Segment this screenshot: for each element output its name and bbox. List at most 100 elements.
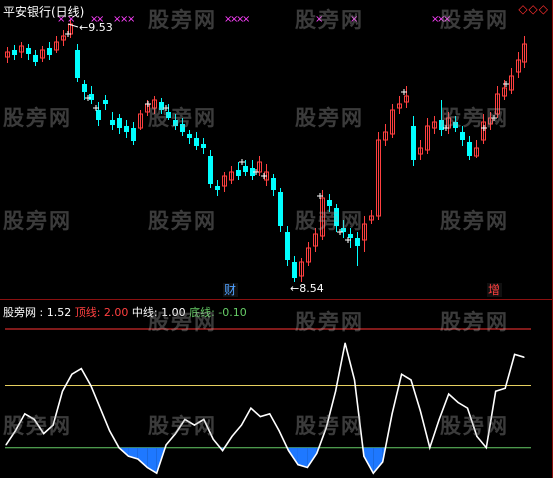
candle-body-down xyxy=(355,238,360,246)
indicator-point xyxy=(485,447,487,449)
indicator-point xyxy=(410,379,412,381)
indicator-point xyxy=(287,449,290,452)
indicator-point xyxy=(71,373,73,375)
diamond-markers-icon: ◇◇◇ xyxy=(518,2,549,16)
high-price-label: ←9.53 xyxy=(79,21,113,34)
indicator-name: 股旁网 xyxy=(3,306,36,319)
indicator-point xyxy=(344,342,346,344)
signal-x-marker: × xyxy=(127,14,135,25)
watermark: 股旁网 xyxy=(148,8,217,32)
watermark: 股旁网 xyxy=(440,209,509,233)
watermark: 股旁网 xyxy=(295,8,364,32)
oversold-fill xyxy=(137,447,148,468)
candle-body-down xyxy=(215,186,220,190)
indicator-point xyxy=(504,387,506,389)
indicator-point xyxy=(382,461,384,463)
candle-body-down xyxy=(75,50,80,78)
watermark: 股旁网 xyxy=(148,209,217,233)
indicator-point xyxy=(466,407,469,409)
watermark: 股旁网 xyxy=(295,414,364,438)
stock-chart-window: { "header": { "title": "平安银行(日线)", "diam… xyxy=(0,0,553,478)
indicator-point xyxy=(306,466,308,469)
candle-body-down xyxy=(460,132,465,140)
indicator-point xyxy=(278,430,280,432)
candle-body-down xyxy=(117,118,122,128)
indicator-point xyxy=(419,410,421,412)
indicator-point xyxy=(495,390,497,392)
indicator-point xyxy=(165,444,167,446)
indicator-point xyxy=(156,472,158,474)
indicator-point xyxy=(400,373,403,375)
indicator-point xyxy=(80,367,82,370)
indicator-line xyxy=(5,342,525,475)
indicator-point xyxy=(61,390,64,392)
candle-body-down xyxy=(33,55,38,62)
candle-body-down xyxy=(187,134,192,138)
candle-body-down xyxy=(26,48,31,54)
candle-body-down xyxy=(243,166,248,172)
candle-body-down xyxy=(278,192,283,226)
indicator-point xyxy=(250,407,252,409)
low-price-label: ←8.54 xyxy=(290,282,324,295)
watermark: 股旁网 xyxy=(295,209,364,233)
indicator-point xyxy=(353,379,356,381)
candlestick-chart: × × ×× ××× ×××× × × ×××←9.53←8.54财增 xyxy=(0,0,553,300)
indicator-point xyxy=(231,435,233,438)
indicator-point xyxy=(240,424,243,426)
oversold-fill xyxy=(147,447,157,474)
watermark: 股旁网 xyxy=(440,8,509,32)
indicator-point xyxy=(316,452,318,454)
watermark: 股旁网 xyxy=(295,310,364,334)
candle-body-down xyxy=(47,48,52,55)
watermark: 股旁网 xyxy=(148,106,217,130)
candle-body-down xyxy=(103,100,108,104)
indicator-point xyxy=(259,416,261,418)
candle-body-down xyxy=(124,126,129,132)
watermark: 股旁网 xyxy=(295,106,364,130)
candle-body-down xyxy=(82,84,87,92)
price-chart-panel: × × × × × × × × × × × × × × × × ←9.53 ←8.54 财增 xyxy=(0,0,553,300)
candle-body-down xyxy=(271,178,276,190)
watermark: 股旁网 xyxy=(3,414,72,438)
candle-body-down xyxy=(12,50,17,55)
indicator-point xyxy=(372,472,374,474)
oversold-fill xyxy=(373,447,383,474)
candle-body-down xyxy=(467,142,472,156)
candle-body-down xyxy=(89,94,94,100)
indicator-point xyxy=(448,393,450,395)
indicator-point xyxy=(127,455,130,457)
watermark: 股旁网 xyxy=(148,414,217,438)
candle-body-down xyxy=(110,120,115,125)
candle-body-down xyxy=(201,144,206,148)
indicator-point xyxy=(335,390,337,392)
indicator-point xyxy=(269,413,271,415)
indicator-point xyxy=(99,407,101,409)
watermark: 股旁网 xyxy=(148,310,217,334)
top-line-label: 顶线: 2.00 xyxy=(74,306,129,319)
indicator-point xyxy=(429,447,431,449)
indicator-point xyxy=(90,384,92,387)
indicator-point xyxy=(5,444,7,446)
event-tag: 财 xyxy=(224,283,236,297)
watermark: 股旁网 xyxy=(440,310,509,334)
candle-body-down xyxy=(96,110,101,120)
indicator-point xyxy=(523,356,525,358)
indicator-point xyxy=(457,401,459,404)
indicator-point xyxy=(146,466,148,469)
candle-body-down xyxy=(208,156,213,184)
indicator-point xyxy=(297,464,299,466)
event-tag: 增 xyxy=(488,283,500,297)
indicator-point xyxy=(109,430,111,432)
indicator-point xyxy=(391,413,393,415)
indicator-point xyxy=(363,455,365,457)
indicator-point xyxy=(222,449,224,452)
signal-x-marker: × xyxy=(242,14,250,25)
candle-body-down xyxy=(292,262,297,278)
candle-body-down xyxy=(285,232,290,260)
watermark: 股旁网 xyxy=(440,106,509,130)
watermark: 股旁网 xyxy=(440,414,509,438)
indicator-current-value: : 1.52 xyxy=(39,306,72,319)
watermark: 股旁网 xyxy=(3,209,72,233)
stock-title: 平安银行(日线) xyxy=(3,5,85,19)
indicator-point xyxy=(137,458,139,460)
